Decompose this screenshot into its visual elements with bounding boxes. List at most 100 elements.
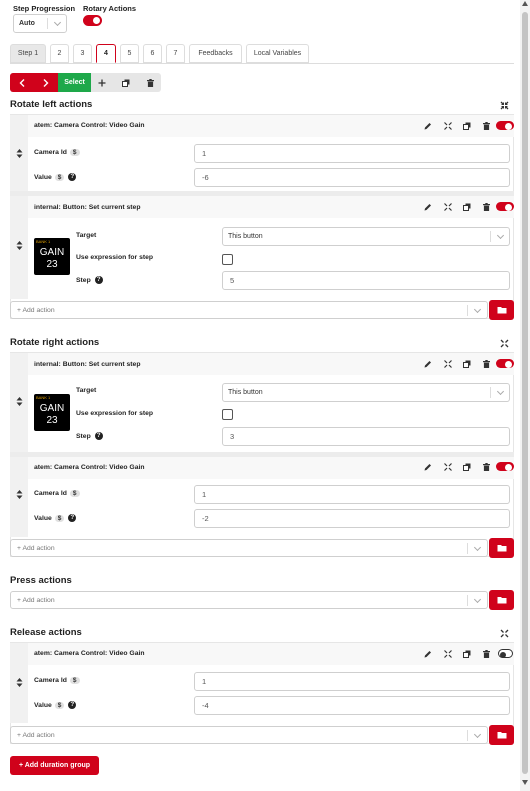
add-action-select[interactable]: + Add action: [10, 301, 488, 319]
field-label: Step: [76, 276, 91, 284]
step-progression-select[interactable]: Auto: [13, 14, 67, 33]
copy-icon: [122, 79, 130, 87]
trash-icon[interactable]: [481, 202, 491, 212]
field-label: Use expression for step: [76, 254, 154, 261]
trash-icon[interactable]: [481, 649, 491, 659]
chevron-down-icon: [496, 387, 505, 396]
trash-icon[interactable]: [481, 121, 491, 131]
tab-5[interactable]: 5: [120, 44, 139, 63]
collapse-icon[interactable]: [443, 202, 453, 212]
edit-icon[interactable]: [423, 202, 433, 212]
edit-icon[interactable]: [423, 121, 433, 131]
step-input[interactable]: 3: [222, 427, 510, 446]
edit-icon[interactable]: [423, 462, 433, 472]
collapse-icon[interactable]: [443, 121, 453, 131]
chevron-down-icon: [53, 18, 62, 27]
step-input[interactable]: 5: [222, 271, 510, 290]
edit-icon[interactable]: [423, 649, 433, 659]
duplicate-step-button[interactable]: [116, 73, 136, 92]
preview-bank-text: BANK 1: [36, 239, 51, 244]
target-select[interactable]: This button: [222, 383, 510, 402]
add-action-select[interactable]: + Add action: [10, 726, 488, 744]
chevron-down-icon: [473, 730, 482, 739]
action-enable-toggle[interactable]: [496, 462, 514, 471]
action-title: atem: Camera Control: Video Gain: [34, 464, 145, 471]
value-input[interactable]: -4: [194, 696, 510, 715]
copy-icon[interactable]: [462, 121, 472, 131]
action-library-button[interactable]: [489, 300, 514, 320]
trash-icon[interactable]: [481, 359, 491, 369]
trash-icon[interactable]: [481, 462, 491, 472]
drag-handle-icon[interactable]: [14, 148, 24, 158]
button-preview-image: BANK 1 GAIN 23: [34, 394, 70, 431]
value-input[interactable]: -6: [194, 168, 510, 187]
delete-step-button[interactable]: [140, 73, 160, 92]
field-label: Value: [34, 701, 52, 709]
tab-7[interactable]: 7: [166, 44, 185, 63]
tab-local-variables[interactable]: Local Variables: [246, 44, 309, 63]
scroll-up-icon[interactable]: [522, 1, 528, 6]
action-enable-toggle[interactable]: [496, 202, 514, 211]
collapse-icon[interactable]: [499, 100, 509, 110]
tab-6[interactable]: 6: [143, 44, 162, 63]
action-enable-toggle[interactable]: [498, 649, 513, 658]
help-icon: ?: [94, 432, 103, 440]
use-expression-checkbox[interactable]: [222, 409, 233, 420]
variable-badge: $: [69, 677, 80, 684]
tab-3[interactable]: 3: [73, 44, 92, 63]
add-action-select[interactable]: + Add action: [10, 591, 488, 609]
copy-icon[interactable]: [462, 202, 472, 212]
edit-icon[interactable]: [423, 359, 433, 369]
field-label: Camera Id: [34, 149, 67, 156]
drag-handle-icon[interactable]: [14, 240, 24, 250]
step-toolbar: Select: [10, 73, 161, 92]
next-step-button[interactable]: [34, 73, 58, 92]
collapse-icon[interactable]: [443, 649, 453, 659]
collapse-icon[interactable]: [443, 359, 453, 369]
preview-line-2: 23: [46, 415, 58, 426]
copy-icon[interactable]: [462, 649, 472, 659]
chevron-down-icon: [496, 231, 505, 240]
target-select[interactable]: This button: [222, 227, 510, 246]
add-duration-group-button[interactable]: + Add duration group: [10, 756, 99, 775]
scrollbar-thumb[interactable]: [522, 12, 528, 774]
select-step-button[interactable]: Select: [58, 73, 91, 92]
chevron-down-icon: [473, 595, 482, 604]
action-library-button[interactable]: [489, 590, 514, 610]
collapse-icon[interactable]: [499, 628, 509, 638]
action-enable-toggle[interactable]: [496, 359, 514, 368]
value-input[interactable]: -2: [194, 509, 510, 528]
use-expression-checkbox[interactable]: [222, 254, 233, 265]
trash-icon: [146, 78, 154, 87]
tab-2[interactable]: 2: [50, 44, 69, 63]
action-library-button[interactable]: [489, 538, 514, 558]
preview-line-2: 23: [46, 259, 58, 270]
drag-handle-icon[interactable]: [14, 489, 24, 499]
chevron-down-icon: [473, 305, 482, 314]
add-action-select[interactable]: + Add action: [10, 539, 488, 557]
action-title: internal: Button: Set current step: [34, 361, 141, 368]
field-label: Camera Id: [34, 677, 67, 684]
rotary-actions-label: Rotary Actions: [83, 4, 137, 13]
add-step-button[interactable]: [92, 73, 112, 92]
tab-step-1[interactable]: Step 1: [10, 44, 46, 63]
collapse-icon[interactable]: [443, 462, 453, 472]
action-title: internal: Button: Set current step: [34, 204, 141, 211]
camera-id-input[interactable]: 1: [194, 485, 510, 504]
collapse-icon[interactable]: [499, 338, 509, 348]
camera-id-input[interactable]: 1: [194, 672, 510, 691]
step-progression-label: Step Progression: [13, 4, 76, 13]
camera-id-input[interactable]: 1: [194, 144, 510, 163]
drag-handle-icon[interactable]: [14, 677, 24, 687]
action-library-button[interactable]: [489, 725, 514, 745]
tab-4[interactable]: 4: [96, 44, 116, 63]
action-enable-toggle[interactable]: [496, 121, 514, 130]
copy-icon[interactable]: [462, 359, 472, 369]
copy-icon[interactable]: [462, 462, 472, 472]
prev-step-button[interactable]: [10, 73, 34, 92]
tab-feedbacks[interactable]: Feedbacks: [189, 44, 242, 63]
drag-handle-icon[interactable]: [14, 396, 24, 406]
rotary-actions-toggle[interactable]: [83, 15, 102, 26]
scroll-down-icon[interactable]: [522, 780, 528, 785]
field-label: Value: [34, 173, 52, 181]
